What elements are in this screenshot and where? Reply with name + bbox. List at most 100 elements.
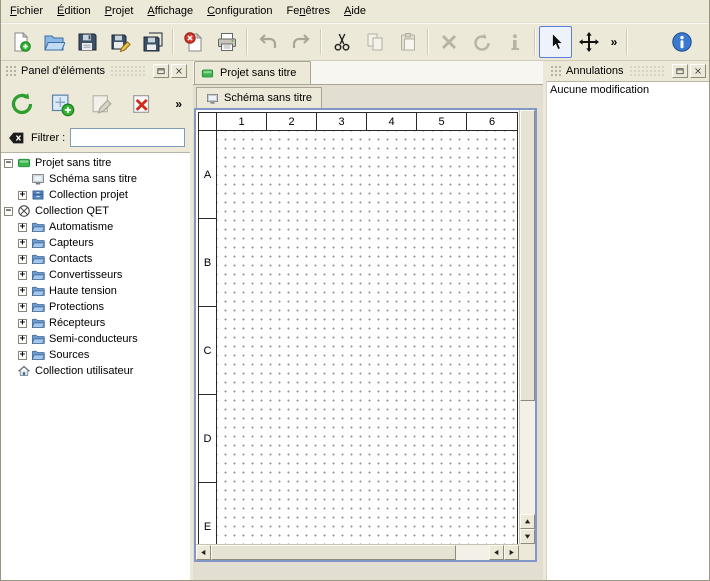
undo-empty-text: Aucune modification [550, 84, 706, 96]
print-button[interactable] [210, 26, 243, 58]
tree-item[interactable]: +Haute tension [1, 283, 190, 299]
tree-item[interactable]: −Collection QET [1, 203, 190, 219]
hscroll-track[interactable] [211, 545, 489, 560]
menu-item-configuration[interactable]: Configuration [200, 0, 279, 22]
filter-input[interactable] [70, 128, 185, 147]
copy-button[interactable] [358, 26, 391, 58]
expander-plus-icon[interactable]: + [18, 319, 27, 328]
reload-collections-button[interactable] [4, 85, 40, 123]
project-tab-bar: Projet sans titre [193, 61, 543, 85]
save-button[interactable] [70, 26, 103, 58]
menu-item-affichage[interactable]: Affichage [140, 0, 200, 22]
tree-item[interactable]: +Convertisseurs [1, 267, 190, 283]
expander-plus-icon[interactable]: + [18, 223, 27, 232]
save-as-button[interactable] [103, 26, 136, 58]
arrow-down-icon [523, 532, 532, 541]
select-mode-button[interactable] [539, 26, 572, 58]
expander-plus-icon[interactable]: + [18, 255, 27, 264]
arrow-up-icon [523, 517, 532, 526]
tree-item[interactable]: +Collection projet [1, 187, 190, 203]
diagram-grid[interactable] [217, 131, 517, 544]
scroll-down-button[interactable] [520, 529, 535, 544]
close-file-button[interactable] [177, 26, 210, 58]
tree-item-label: Protections [49, 301, 104, 313]
elements-panel-toolbar: » [1, 81, 190, 127]
scroll-left-button-end[interactable] [489, 545, 504, 560]
select-arrow-icon [545, 31, 567, 53]
expander-plus-icon[interactable]: + [18, 351, 27, 360]
clear-filter-button[interactable] [6, 128, 26, 148]
paste-button[interactable] [391, 26, 424, 58]
rotate-button[interactable] [465, 26, 498, 58]
home-icon [17, 364, 31, 378]
open-file-button[interactable] [37, 26, 70, 58]
info-icon [504, 31, 526, 53]
save-all-button[interactable] [136, 26, 169, 58]
tree-item[interactable]: +Capteurs [1, 235, 190, 251]
move-icon [578, 31, 600, 53]
edit-element-button[interactable] [84, 85, 120, 123]
rotate-icon [471, 31, 493, 53]
delete-button[interactable] [432, 26, 465, 58]
tab-project[interactable]: Projet sans titre [194, 61, 311, 84]
tree-item[interactable]: +Sources [1, 347, 190, 363]
elements-toolbar-overflow-button[interactable]: » [170, 97, 187, 111]
schema-icon [31, 172, 45, 186]
redo-icon [290, 31, 312, 53]
main-content: Panel d'éléments » Filtrer : −Projet san… [1, 61, 709, 580]
diagram-canvas[interactable]: 123456ABCDE [196, 110, 519, 544]
filter-label: Filtrer : [31, 132, 65, 144]
horizontal-scrollbar[interactable] [196, 544, 519, 560]
close-icon [174, 66, 184, 76]
scroll-right-button[interactable] [504, 545, 519, 560]
undo-button[interactable] [251, 26, 284, 58]
expander-plus-icon[interactable]: + [18, 239, 27, 248]
tree-item[interactable]: +Semi-conducteurs [1, 331, 190, 347]
elements-panel-float-button[interactable] [153, 64, 169, 78]
dock-grip-icon[interactable] [5, 65, 18, 78]
menu-item-fenetres[interactable]: Fenêtres [280, 0, 337, 22]
new-element-button[interactable] [44, 85, 80, 123]
tree-item[interactable]: +Contacts [1, 251, 190, 267]
folder-icon [31, 236, 45, 250]
vertical-scrollbar[interactable] [519, 110, 535, 544]
menu-item-aide[interactable]: Aide [337, 0, 373, 22]
expander-minus-icon[interactable]: − [4, 159, 13, 168]
toolbar-overflow-button[interactable]: » [605, 26, 623, 58]
move-mode-button[interactable] [572, 26, 605, 58]
elements-panel-header: Panel d'éléments [1, 61, 190, 81]
tab-schema[interactable]: Schéma sans titre [196, 87, 322, 108]
undo-panel-close-button[interactable] [690, 64, 706, 78]
vscroll-thumb[interactable] [520, 110, 535, 401]
expander-plus-icon[interactable]: + [18, 191, 27, 200]
expander-plus-icon[interactable]: + [18, 335, 27, 344]
tree-item[interactable]: −Projet sans titre [1, 155, 190, 171]
delete-element-button[interactable] [124, 85, 160, 123]
scroll-up-button[interactable] [520, 514, 535, 529]
tree-item[interactable]: +Récepteurs [1, 315, 190, 331]
element-info-button[interactable] [498, 26, 531, 58]
menu-item-fichier[interactable]: Fichier [3, 0, 50, 22]
redo-button[interactable] [284, 26, 317, 58]
expander-plus-icon[interactable]: + [18, 271, 27, 280]
new-file-button[interactable] [4, 26, 37, 58]
expander-plus-icon[interactable]: + [18, 287, 27, 296]
cut-button[interactable] [325, 26, 358, 58]
menu-item-projet[interactable]: Projet [98, 0, 141, 22]
tree-item[interactable]: + Protections [1, 299, 190, 315]
save-as-icon [109, 31, 131, 53]
hscroll-thumb[interactable] [211, 545, 456, 560]
menu-item-edition[interactable]: Édition [50, 0, 98, 22]
tree-item[interactable]: Schéma sans titre [1, 171, 190, 187]
dock-grip-icon[interactable] [550, 65, 563, 78]
expander-minus-icon[interactable]: − [4, 207, 13, 216]
expander-plus-icon[interactable]: + [18, 303, 27, 312]
about-button[interactable] [665, 26, 698, 58]
tree-item[interactable]: +Automatisme [1, 219, 190, 235]
scroll-left-button[interactable] [196, 545, 211, 560]
save-icon [76, 31, 98, 53]
vscroll-track[interactable] [520, 110, 535, 514]
tree-item[interactable]: Collection utilisateur [1, 363, 190, 379]
undo-panel-float-button[interactable] [672, 64, 688, 78]
elements-panel-close-button[interactable] [171, 64, 187, 78]
